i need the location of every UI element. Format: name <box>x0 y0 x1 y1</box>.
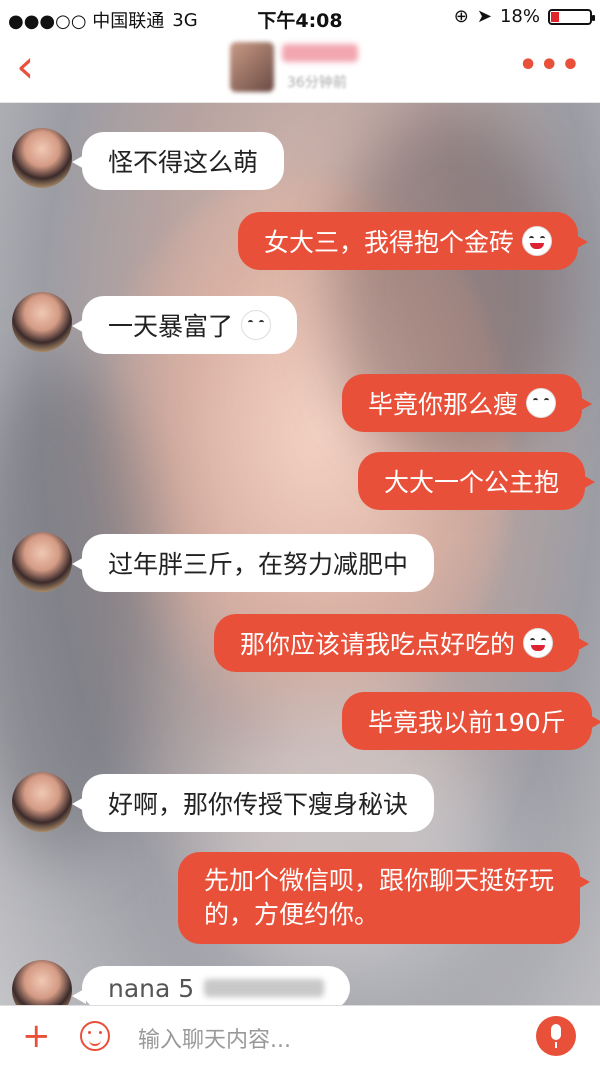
outgoing-message: 毕竟你那么瘦 <box>342 374 593 432</box>
message-input[interactable]: 输入聊天内容... <box>138 1022 291 1054</box>
add-icon[interactable]: + <box>22 1016 51 1056</box>
message-text-line: 的，方便约你。 <box>204 900 380 929</box>
message-text: 过年胖三斤，在努力减肥中 <box>108 550 409 579</box>
contact-name-blurred <box>282 44 358 62</box>
avatar[interactable] <box>12 128 72 188</box>
message-text: nana 5 <box>108 973 195 1003</box>
input-bar: + 输入聊天内容... <box>0 1005 600 1068</box>
emoji-icon[interactable] <box>80 1021 110 1051</box>
smile-emoji-icon <box>241 310 272 340</box>
message-text: 毕竟你那么瘦 <box>368 390 519 419</box>
incoming-message: 好啊，那你传授下瘦身秘诀 <box>71 774 435 832</box>
message-text: 女大三，我得抱个金砖 <box>264 228 515 257</box>
outgoing-message: 女大三，我得抱个金砖 <box>238 212 589 270</box>
avatar[interactable] <box>12 772 72 832</box>
message-text: 毕竟我以前190斤 <box>368 708 566 737</box>
outgoing-message: 先加个微信呗，跟你聊天挺好玩 的，方便约你。 <box>178 852 591 944</box>
message-text: 好啊，那你传授下瘦身秘诀 <box>108 790 409 819</box>
more-icon[interactable]: ••• <box>518 48 582 83</box>
message-text: 一天暴富了 <box>108 312 234 341</box>
message-text: 那你应该请我吃点好吃的 <box>240 630 516 659</box>
outgoing-message: 大大一个公主抱 <box>358 452 596 510</box>
incoming-message: 过年胖三斤，在努力减肥中 <box>71 534 435 592</box>
contact-avatar[interactable] <box>230 42 274 92</box>
smug-emoji-icon <box>526 388 557 418</box>
angry-emoji-icon <box>523 628 554 658</box>
message-text: 大大一个公主抱 <box>384 468 560 497</box>
avatar[interactable] <box>12 532 72 592</box>
blurred-text <box>204 979 325 997</box>
outgoing-message: 毕竟我以前190斤 <box>342 692 600 750</box>
incoming-message: nana 5 <box>71 966 351 1010</box>
message-text: 怪不得这么萌 <box>108 148 259 177</box>
lock-icon: ⊕ <box>453 6 469 27</box>
message-text-line: 先加个微信呗，跟你聊天挺好玩 <box>204 866 555 895</box>
location-icon: ➤ <box>476 6 492 27</box>
battery-percent: 18% <box>499 6 540 27</box>
incoming-message: 一天暴富了 <box>71 296 298 354</box>
status-bar: ●●●○○ 中国联通 3G 下午4:08 ⊕ ➤ 18% <box>0 0 600 34</box>
chat-header: ‹ 36分钟前 ••• <box>0 34 600 103</box>
avatar[interactable] <box>12 292 72 352</box>
last-seen: 36分钟前 <box>287 75 347 91</box>
battery-icon <box>548 8 595 25</box>
mic-icon[interactable] <box>536 1016 576 1056</box>
outgoing-message: 那你应该请我吃点好吃的 <box>214 614 590 672</box>
grin-emoji-icon <box>522 226 553 256</box>
incoming-message: 怪不得这么萌 <box>71 132 285 190</box>
back-icon[interactable]: ‹ <box>16 43 56 89</box>
